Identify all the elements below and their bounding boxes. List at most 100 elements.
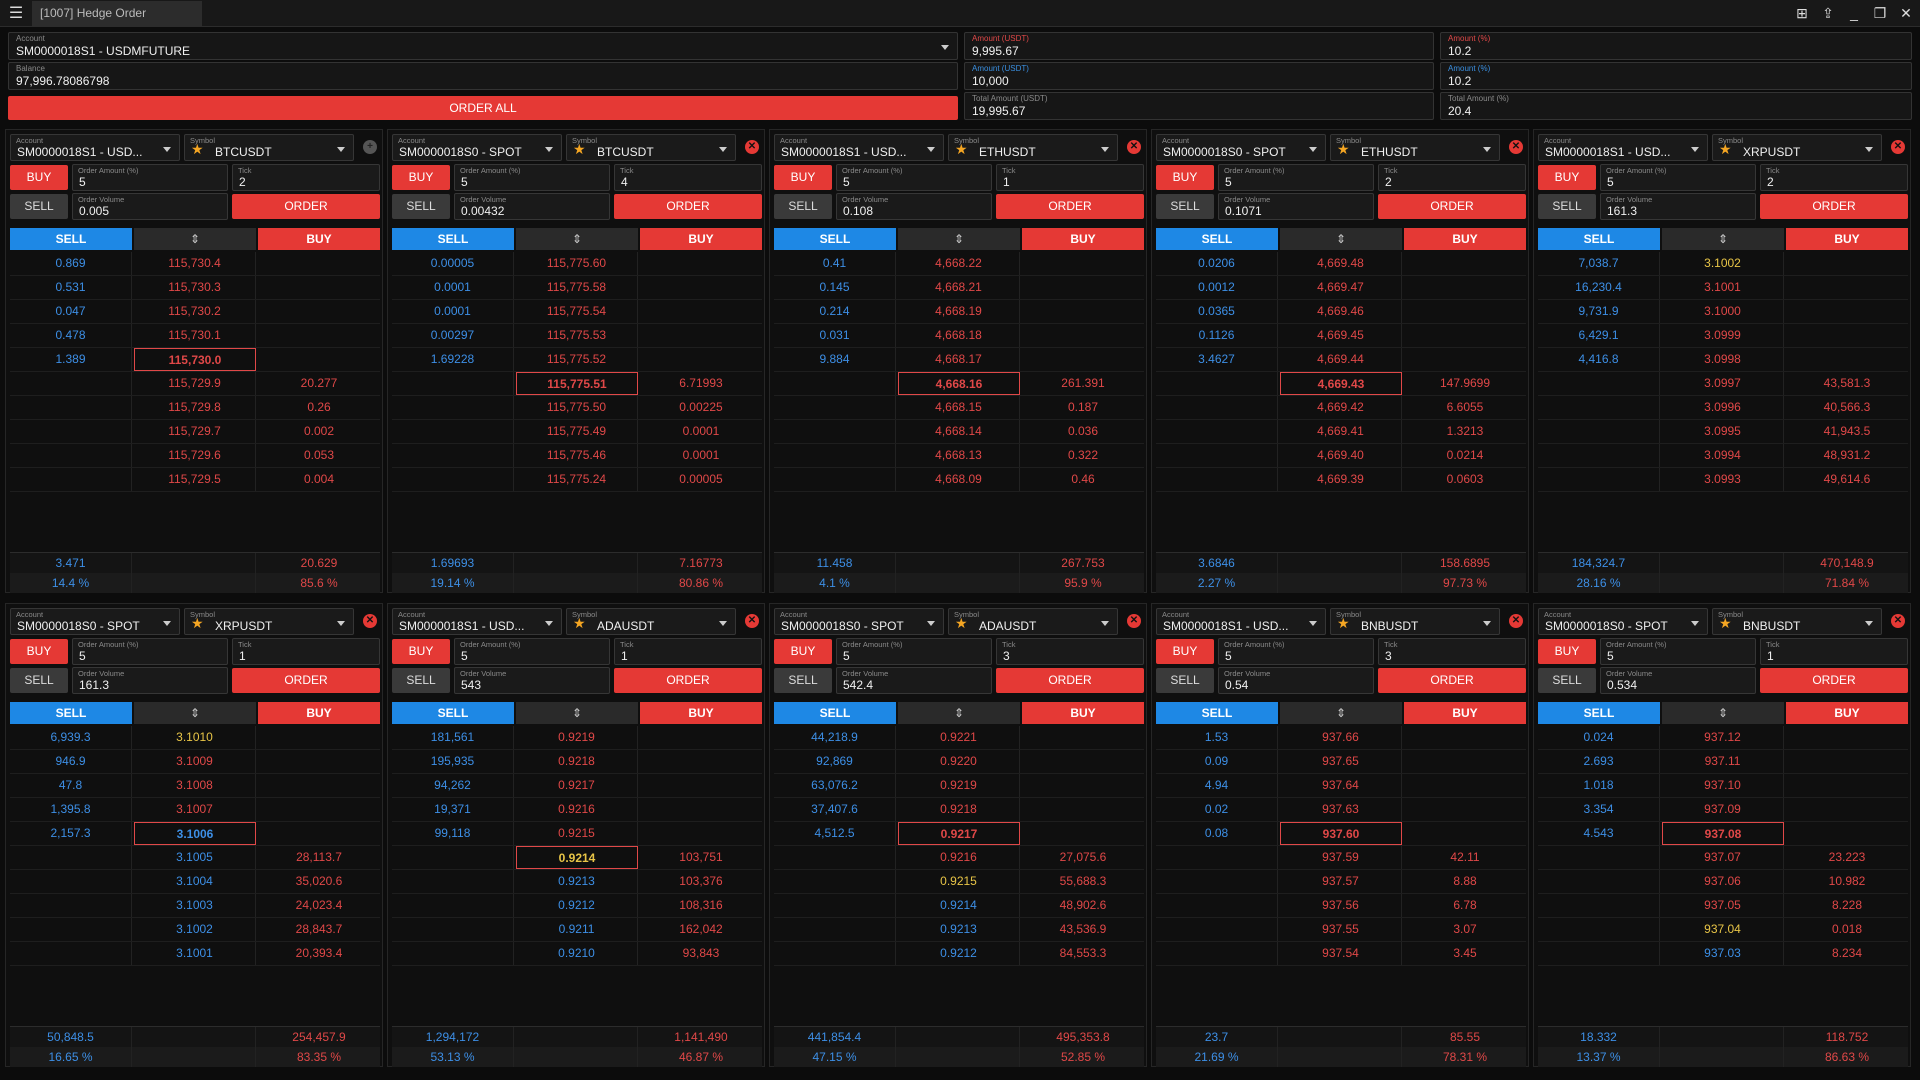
buy-button[interactable]: BUY [10, 639, 68, 664]
buy-qty-cell[interactable] [640, 324, 762, 347]
buy-qty-cell[interactable] [1022, 324, 1144, 347]
orderbook-row[interactable]: 946.9 3.1009 [10, 750, 380, 774]
orderbook-row[interactable]: 115,775.46 0.0001 [392, 444, 762, 468]
order-button[interactable]: ORDER [1760, 668, 1908, 693]
sell-qty-cell[interactable] [1156, 444, 1278, 467]
book-buy-header[interactable]: BUY [1786, 228, 1908, 250]
buy-button[interactable]: BUY [774, 639, 832, 664]
sell-qty-cell[interactable]: 0.478 [10, 324, 132, 347]
order-button[interactable]: ORDER [614, 194, 762, 219]
tick-input[interactable]: Tick 4 [614, 164, 762, 191]
orderbook-row[interactable]: 4,668.14 0.036 [774, 420, 1144, 444]
buy-qty-cell[interactable] [1404, 750, 1526, 773]
buy-button[interactable]: BUY [1538, 639, 1596, 664]
star-icon[interactable]: ★ [191, 616, 204, 630]
close-panel-icon[interactable]: ✕ [1891, 140, 1905, 154]
buy-qty-cell[interactable] [1786, 726, 1908, 749]
close-panel-icon[interactable]: ✕ [1127, 140, 1141, 154]
book-sell-header[interactable]: SELL [774, 228, 896, 250]
hamburger-menu-icon[interactable]: ☰ [6, 4, 26, 24]
order-amount-input[interactable]: Order Amount (%) 5 [72, 638, 228, 665]
book-buy-header[interactable]: BUY [1404, 228, 1526, 250]
buy-qty-cell[interactable] [258, 798, 380, 821]
panel-symbol-select[interactable]: Symbol ★ XRPUSDT [1712, 134, 1882, 161]
center-book-icon[interactable]: ⇕ [516, 702, 638, 724]
orderbook-row[interactable]: 4,669.41 1.3213 [1156, 420, 1526, 444]
buy-qty-cell[interactable] [1404, 774, 1526, 797]
buy-qty-cell[interactable] [1786, 324, 1908, 347]
panel-symbol-select[interactable]: Symbol ★ BNBUSDT [1330, 608, 1500, 635]
price-cell[interactable]: 4,669.46 [1280, 300, 1402, 323]
buy-qty-cell[interactable]: 27,075.6 [1022, 846, 1144, 869]
center-book-icon[interactable]: ⇕ [898, 702, 1020, 724]
orderbook-row[interactable]: 0.145 4,668.21 [774, 276, 1144, 300]
price-cell[interactable]: 0.9213 [516, 870, 638, 893]
panel-account-select[interactable]: Account SM0000018S0 - SPOT [1538, 608, 1708, 635]
orderbook-row[interactable]: 115,729.7 0.002 [10, 420, 380, 444]
price-cell[interactable]: 4,669.44 [1280, 348, 1402, 371]
panel-account-select[interactable]: Account SM0000018S1 - USD... [1156, 608, 1326, 635]
sell-button[interactable]: SELL [1156, 194, 1214, 219]
sell-qty-cell[interactable] [392, 894, 514, 917]
buy-qty-cell[interactable] [258, 726, 380, 749]
buy-qty-cell[interactable]: 84,553.3 [1022, 942, 1144, 965]
tick-input[interactable]: Tick 1 [232, 638, 380, 665]
panel-account-select[interactable]: Account SM0000018S0 - SPOT [10, 608, 180, 635]
price-cell[interactable]: 3.1003 [134, 894, 256, 917]
sell-qty-cell[interactable] [774, 420, 896, 443]
buy-button[interactable]: BUY [1538, 165, 1596, 190]
order-amount-input[interactable]: Order Amount (%) 5 [1218, 164, 1374, 191]
sell-qty-cell[interactable]: 2,157.3 [10, 822, 132, 845]
buy-qty-cell[interactable]: 24,023.4 [258, 894, 380, 917]
price-cell[interactable]: 115,775.54 [516, 300, 638, 323]
buy-qty-cell[interactable]: 8.88 [1404, 870, 1526, 893]
sell-qty-cell[interactable] [392, 396, 514, 419]
panel-symbol-select[interactable]: Symbol ★ BTCUSDT [566, 134, 736, 161]
sell-qty-cell[interactable] [774, 846, 896, 869]
price-cell[interactable]: 3.0999 [1662, 324, 1784, 347]
orderbook-row[interactable]: 937.06 10.982 [1538, 870, 1908, 894]
price-cell[interactable]: 937.66 [1280, 726, 1402, 749]
orderbook-row[interactable]: 99,118 0.9215 [392, 822, 762, 846]
sell-button[interactable]: SELL [10, 194, 68, 219]
sell-qty-cell[interactable] [1538, 918, 1660, 941]
order-button[interactable]: ORDER [1378, 194, 1526, 219]
order-volume-input[interactable]: Order Volume 543 [454, 667, 610, 694]
orderbook-row[interactable]: 0.00297 115,775.53 [392, 324, 762, 348]
orderbook-row[interactable]: 2,157.3 3.1006 [10, 822, 380, 846]
panel-symbol-select[interactable]: Symbol ★ BTCUSDT [184, 134, 354, 161]
sell-qty-cell[interactable]: 0.41 [774, 252, 896, 275]
buy-qty-cell[interactable]: 108,316 [640, 894, 762, 917]
orderbook-row[interactable]: 1.53 937.66 [1156, 726, 1526, 750]
orderbook-row[interactable]: 181,561 0.9219 [392, 726, 762, 750]
panel-account-select[interactable]: Account SM0000018S1 - USD... [392, 608, 562, 635]
sell-qty-cell[interactable]: 1,395.8 [10, 798, 132, 821]
add-panel-icon[interactable]: + [363, 140, 377, 154]
panel-account-select[interactable]: Account SM0000018S0 - SPOT [1156, 134, 1326, 161]
buy-qty-cell[interactable]: 0.036 [1022, 420, 1144, 443]
orderbook-row[interactable]: 3.1005 28,113.7 [10, 846, 380, 870]
price-cell[interactable]: 3.0996 [1662, 396, 1784, 419]
panel-symbol-select[interactable]: Symbol ★ ETHUSDT [1330, 134, 1500, 161]
order-volume-input[interactable]: Order Volume 161.3 [1600, 193, 1756, 220]
buy-button[interactable]: BUY [1156, 165, 1214, 190]
price-cell[interactable]: 0.9214 [516, 846, 638, 869]
order-button[interactable]: ORDER [1378, 668, 1526, 693]
price-cell[interactable]: 937.56 [1280, 894, 1402, 917]
sell-qty-cell[interactable]: 0.047 [10, 300, 132, 323]
buy-qty-cell[interactable]: 3.07 [1404, 918, 1526, 941]
orderbook-row[interactable]: 0.41 4,668.22 [774, 252, 1144, 276]
buy-qty-cell[interactable]: 0.018 [1786, 918, 1908, 941]
orderbook-row[interactable]: 937.04 0.018 [1538, 918, 1908, 942]
orderbook-row[interactable]: 9,731.9 3.1000 [1538, 300, 1908, 324]
order-volume-input[interactable]: Order Volume 0.534 [1600, 667, 1756, 694]
orderbook-row[interactable]: 9.884 4,668.17 [774, 348, 1144, 372]
buy-qty-cell[interactable]: 93,843 [640, 942, 762, 965]
star-icon[interactable]: ★ [573, 142, 586, 156]
sell-qty-cell[interactable]: 0.1126 [1156, 324, 1278, 347]
sell-qty-cell[interactable]: 94,262 [392, 774, 514, 797]
star-icon[interactable]: ★ [1337, 616, 1350, 630]
buy-button[interactable]: BUY [10, 165, 68, 190]
sell-qty-cell[interactable] [10, 468, 132, 491]
buy-qty-cell[interactable]: 6.71993 [640, 372, 762, 395]
